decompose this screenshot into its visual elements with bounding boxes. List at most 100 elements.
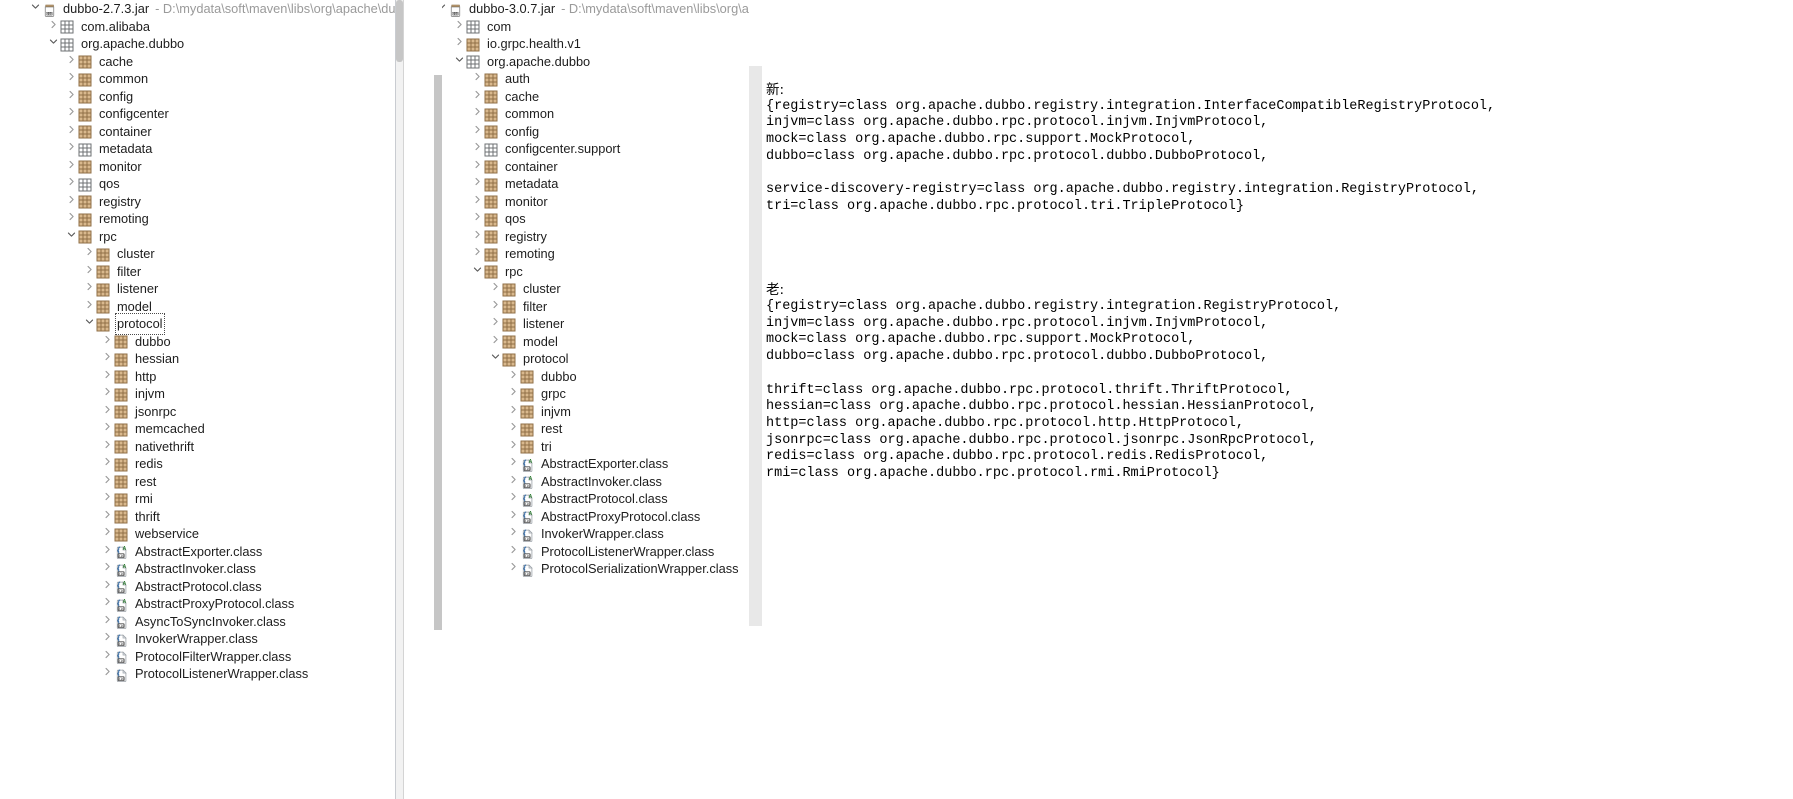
tree-row[interactable]: configcenter.support (404, 140, 749, 158)
tree-row[interactable]: rpc (0, 228, 395, 246)
tree-row[interactable]: configcenter (0, 105, 395, 123)
chevron-right-icon[interactable] (100, 560, 114, 578)
chevron-right-icon[interactable] (470, 140, 484, 158)
tree-row[interactable]: listener (404, 315, 749, 333)
tree-row[interactable]: thrift (0, 508, 395, 526)
chevron-down-icon[interactable] (470, 263, 484, 281)
tree-row[interactable]: com.alibaba (0, 18, 395, 36)
tree-row[interactable]: com (404, 18, 749, 36)
tree-row[interactable]: A 010 AbstractProxyProtocol.class (404, 508, 749, 526)
chevron-right-icon[interactable] (100, 508, 114, 526)
chevron-down-icon[interactable] (82, 315, 96, 333)
tree-row[interactable]: memcached (0, 420, 395, 438)
chevron-right-icon[interactable] (100, 595, 114, 613)
tree-row[interactable]: 010 AsyncToSyncInvoker.class (0, 613, 395, 631)
chevron-right-icon[interactable] (506, 543, 520, 561)
chevron-right-icon[interactable] (100, 350, 114, 368)
chevron-down-icon[interactable] (46, 35, 60, 53)
tree-row[interactable]: rmi (0, 490, 395, 508)
tree-row[interactable]: tri (404, 438, 749, 456)
chevron-right-icon[interactable] (506, 490, 520, 508)
tree-row[interactable]: org.apache.dubbo (404, 53, 749, 71)
tree-row[interactable]: model (0, 298, 395, 316)
chevron-right-icon[interactable] (64, 193, 78, 211)
chevron-right-icon[interactable] (470, 105, 484, 123)
tree-row[interactable]: nativethrift (0, 438, 395, 456)
chevron-right-icon[interactable] (100, 403, 114, 421)
chevron-right-icon[interactable] (506, 473, 520, 491)
tree-row[interactable]: protocol (404, 350, 749, 368)
tree-row[interactable]: monitor (0, 158, 395, 176)
chevron-right-icon[interactable] (100, 648, 114, 666)
chevron-right-icon[interactable] (100, 665, 114, 683)
chevron-right-icon[interactable] (506, 525, 520, 543)
chevron-right-icon[interactable] (452, 35, 466, 53)
text-content[interactable]: 新: {registry=class org.apache.dubbo.regis… (766, 82, 1786, 483)
tree-row[interactable]: A 010 AbstractInvoker.class (0, 560, 395, 578)
chevron-right-icon[interactable] (100, 630, 114, 648)
chevron-right-icon[interactable] (64, 88, 78, 106)
chevron-right-icon[interactable] (506, 368, 520, 386)
chevron-right-icon[interactable] (506, 385, 520, 403)
left-jar-tree-panel[interactable]: 010 dubbo-2.7.3.jar - D:\mydata\soft\maven… (0, 0, 396, 799)
chevron-right-icon[interactable] (100, 438, 114, 456)
tree-row[interactable]: A 010 AbstractInvoker.class (404, 473, 749, 491)
right-jar-tree-panel[interactable]: 010 dubbo-3.0.7.jar - D:\mydata\soft\maven… (404, 0, 749, 799)
tree-row[interactable]: cache (404, 88, 749, 106)
chevron-right-icon[interactable] (64, 105, 78, 123)
chevron-right-icon[interactable] (506, 420, 520, 438)
tree-row[interactable]: A 010 AbstractExporter.class (404, 455, 749, 473)
chevron-right-icon[interactable] (100, 368, 114, 386)
chevron-right-icon[interactable] (506, 455, 520, 473)
tree-row[interactable]: remoting (0, 210, 395, 228)
tree-row[interactable]: 010 dubbo-3.0.7.jar - D:\mydata\soft\maven… (404, 0, 749, 18)
tree-row[interactable]: protocol (0, 313, 395, 335)
chevron-down-icon[interactable] (488, 350, 502, 368)
tree-row[interactable]: jsonrpc (0, 403, 395, 421)
chevron-right-icon[interactable] (100, 420, 114, 438)
left-tree-scrollbar-track[interactable] (396, 0, 403, 799)
tree-row[interactable]: model (404, 333, 749, 351)
chevron-right-icon[interactable] (100, 578, 114, 596)
tree-row[interactable]: 010 InvokerWrapper.class (0, 630, 395, 648)
chevron-right-icon[interactable] (82, 280, 96, 298)
chevron-right-icon[interactable] (506, 560, 520, 578)
chevron-right-icon[interactable] (488, 298, 502, 316)
right-tree-scrollbar-track[interactable] (434, 0, 442, 799)
tree-row[interactable]: metadata (404, 175, 749, 193)
tree-row[interactable]: listener (0, 280, 395, 298)
chevron-right-icon[interactable] (470, 193, 484, 211)
tree-row[interactable]: registry (404, 228, 749, 246)
tree-row[interactable]: metadata (0, 140, 395, 158)
chevron-down-icon[interactable] (28, 0, 42, 18)
tree-row[interactable]: dubbo (0, 333, 395, 351)
chevron-right-icon[interactable] (64, 158, 78, 176)
chevron-right-icon[interactable] (100, 525, 114, 543)
tree-row[interactable]: 010 ProtocolFilterWrapper.class (0, 648, 395, 666)
chevron-right-icon[interactable] (64, 70, 78, 88)
chevron-right-icon[interactable] (100, 385, 114, 403)
chevron-right-icon[interactable] (64, 53, 78, 71)
tree-row[interactable]: A 010 AbstractExporter.class (0, 543, 395, 561)
chevron-right-icon[interactable] (506, 438, 520, 456)
chevron-right-icon[interactable] (82, 245, 96, 263)
tree-row[interactable]: filter (404, 298, 749, 316)
tree-row[interactable]: config (404, 123, 749, 141)
chevron-right-icon[interactable] (100, 455, 114, 473)
chevron-right-icon[interactable] (488, 315, 502, 333)
tree-row[interactable]: monitor (404, 193, 749, 211)
tree-row[interactable]: org.apache.dubbo (0, 35, 395, 53)
tree-row[interactable]: qos (0, 175, 395, 193)
chevron-down-icon[interactable] (64, 228, 78, 246)
chevron-right-icon[interactable] (100, 333, 114, 351)
chevron-right-icon[interactable] (470, 70, 484, 88)
tree-row[interactable]: cache (0, 53, 395, 71)
tree-row[interactable]: A 010 AbstractProtocol.class (404, 490, 749, 508)
chevron-right-icon[interactable] (64, 140, 78, 158)
tree-row[interactable]: rest (404, 420, 749, 438)
tree-row[interactable]: auth (404, 70, 749, 88)
chevron-right-icon[interactable] (64, 210, 78, 228)
chevron-right-icon[interactable] (470, 88, 484, 106)
chevron-right-icon[interactable] (100, 473, 114, 491)
tree-row[interactable]: qos (404, 210, 749, 228)
